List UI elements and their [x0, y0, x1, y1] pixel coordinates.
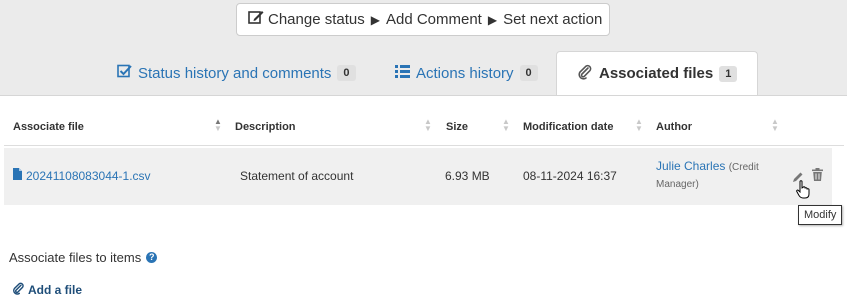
sort-icon[interactable]: ▲ ▼	[424, 118, 432, 133]
file-link[interactable]: 20241108083044-1.csv	[13, 168, 151, 183]
column-header-size[interactable]: Size	[446, 121, 468, 133]
sort-icon[interactable]: ▲ ▼	[771, 118, 779, 133]
file-description: Statement of account	[240, 169, 354, 183]
add-file-link[interactable]: Add a file	[12, 282, 82, 298]
edit-icon	[248, 10, 268, 29]
count-badge: 1	[719, 65, 738, 82]
set-next-action-link[interactable]: Set next action	[503, 11, 602, 28]
trash-icon[interactable]	[812, 168, 823, 186]
tooltip: Modify	[798, 205, 843, 225]
add-file-label: Add a file	[28, 283, 83, 297]
file-icon	[13, 168, 26, 183]
tab-bar-divider	[0, 95, 847, 96]
section-title-text: Associate files to items	[9, 250, 142, 265]
paperclip-icon	[577, 64, 599, 84]
sort-icon[interactable]: ▲ ▼	[214, 118, 222, 133]
section-title: Associate files to items ?	[9, 250, 158, 265]
workflow-action-bar: Change status ▶ Add Comment ▶ Set next a…	[236, 3, 610, 36]
list-icon	[395, 64, 416, 82]
paperclip-icon	[12, 282, 28, 298]
hand-cursor-icon	[796, 180, 811, 204]
table-header-divider	[4, 145, 844, 146]
count-badge: 0	[519, 65, 538, 81]
tab-label: Actions history	[416, 64, 514, 82]
tab-actions-history[interactable]: Actions history 0	[395, 54, 538, 92]
author-name-link[interactable]: Julie Charles	[656, 159, 725, 173]
file-name: 20241108083044-1.csv	[26, 168, 151, 183]
sort-icon[interactable]: ▲ ▼	[635, 118, 643, 133]
count-badge: 0	[337, 65, 356, 81]
add-comment-link[interactable]: Add Comment	[386, 11, 482, 28]
column-header-author[interactable]: Author	[656, 121, 692, 133]
modification-date: 08-11-2024 16:37	[523, 169, 617, 183]
author-cell: Julie Charles (Credit Manager)	[656, 158, 759, 193]
tab-label: Status history and comments	[138, 64, 332, 82]
column-header-date[interactable]: Modification date	[523, 121, 613, 133]
column-header-description[interactable]: Description	[235, 121, 296, 133]
file-size: 6.93 MB	[445, 169, 490, 183]
help-icon[interactable]: ?	[146, 252, 158, 263]
column-header-file[interactable]: Associate file	[13, 121, 84, 133]
sort-icon[interactable]: ▲ ▼	[502, 118, 510, 133]
tab-status-history[interactable]: Status history and comments 0	[117, 54, 356, 92]
change-status-link[interactable]: Change status	[268, 11, 365, 28]
author-role: Manager)	[656, 179, 699, 190]
tab-label: Associated files	[599, 65, 714, 82]
arrow-right-icon: ▶	[370, 12, 380, 27]
arrow-right-icon: ▶	[487, 12, 498, 27]
tab-associated-files[interactable]: Associated files 1	[556, 51, 759, 95]
author-role: (Credit	[728, 162, 759, 173]
checkbox-icon	[117, 64, 138, 82]
